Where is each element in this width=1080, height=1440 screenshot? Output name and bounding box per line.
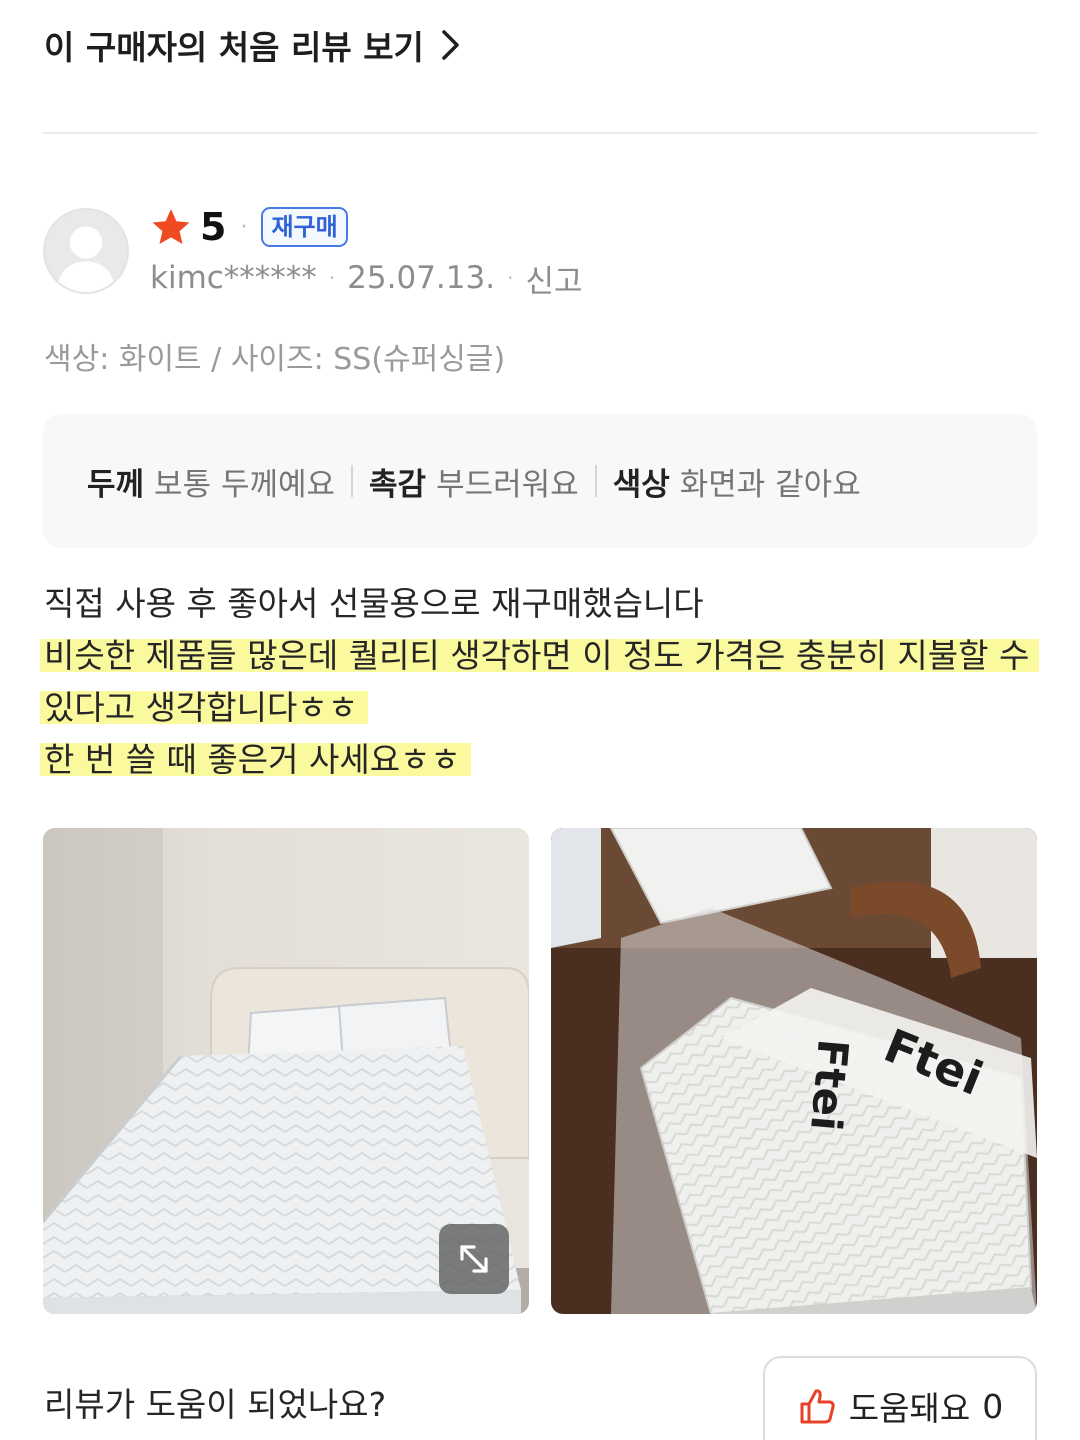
rating-row: 5 · 재구매 [150, 204, 348, 250]
review-line-highlighted: 한 번 쓸 때 좋은거 사세요ㅎㅎ [40, 734, 1044, 786]
attribute-divider [594, 465, 597, 497]
review-meta: kimc****** · 25.07.13. · 신고 [150, 256, 582, 300]
package-photo-image: Ftei Ftei [551, 828, 1037, 1314]
review-line-text: 한 번 쓸 때 좋은거 사세요ㅎㅎ [40, 740, 471, 779]
review-date: 25.07.13. [347, 260, 496, 296]
attribute-color: 색상 화면과 같아요 [613, 459, 861, 504]
attribute-summary: 두께 보통 두께예요 촉감 부드러워요 색상 화면과 같아요 [43, 414, 1037, 548]
expand-photo-button[interactable] [439, 1224, 509, 1294]
chevron-right-icon [442, 30, 459, 60]
review-photo-bed[interactable] [43, 828, 529, 1314]
separator-dot: · [507, 266, 514, 290]
helpful-count: 0 [982, 1386, 1004, 1426]
attribute-key: 촉감 [369, 466, 427, 503]
review-line: 직접 사용 후 좋아서 선물용으로 재구매했습니다 [44, 578, 1044, 630]
star-icon [152, 209, 190, 244]
attribute-thickness: 두께 보통 두께예요 [87, 459, 335, 504]
separator-dot: · [328, 266, 336, 290]
avatar [43, 208, 129, 294]
attribute-value: 부드러워요 [436, 466, 579, 503]
expand-icon [460, 1245, 488, 1273]
reviewer-name: kimc****** [150, 260, 317, 296]
attribute-value: 화면과 같아요 [679, 466, 861, 503]
helpful-question: 리뷰가 도움이 되었나요? [44, 1385, 387, 1424]
purchase-option: 색상: 화이트 / 사이즈: SS(슈퍼싱글) [44, 342, 506, 377]
rating-value: 5 [200, 205, 227, 249]
first-review-link[interactable]: 이 구매자의 처음 리뷰 보기 [44, 18, 462, 72]
review-page: 이 구매자의 처음 리뷰 보기 5 · 재구매 kimc****** · 25.… [0, 0, 1080, 1440]
section-divider [43, 132, 1037, 134]
attribute-value: 보통 두께예요 [154, 466, 336, 503]
separator-dot: · [240, 214, 248, 240]
review-text: 직접 사용 후 좋아서 선물용으로 재구매했습니다 비슷한 제품들 많은데 퀄리… [40, 578, 1044, 786]
review-photo-package[interactable]: Ftei Ftei [551, 828, 1037, 1314]
thumbs-up-icon [800, 1389, 835, 1424]
attribute-texture: 촉감 부드러워요 [369, 459, 579, 504]
helpful-label: 도움돼요 [848, 1389, 971, 1428]
rebuy-badge: 재구매 [261, 207, 348, 247]
review-line-text: 비슷한 제품들 많은데 퀄리티 생각하면 이 정도 가격은 충분히 지불할 수 [40, 636, 1040, 675]
attribute-key: 색상 [612, 466, 670, 503]
review-line-highlighted: 비슷한 제품들 많은데 퀄리티 생각하면 이 정도 가격은 충분히 지불할 수 [40, 630, 1044, 682]
helpful-button[interactable]: 도움돼요 0 [763, 1356, 1037, 1440]
attribute-divider [351, 465, 354, 497]
first-review-label: 이 구매자의 처음 리뷰 보기 [44, 28, 424, 67]
review-line-text: 직접 사용 후 좋아서 선물용으로 재구매했습니다 [44, 584, 704, 623]
attribute-key: 두께 [87, 466, 145, 503]
report-link[interactable]: 신고 [525, 256, 582, 301]
review-line-highlighted: 있다고 생각합니다ㅎㅎ [40, 682, 1044, 734]
brand-print: Ftei [801, 1037, 858, 1133]
avatar-placeholder-icon [45, 210, 127, 292]
review-line-text: 있다고 생각합니다ㅎㅎ [40, 688, 369, 727]
